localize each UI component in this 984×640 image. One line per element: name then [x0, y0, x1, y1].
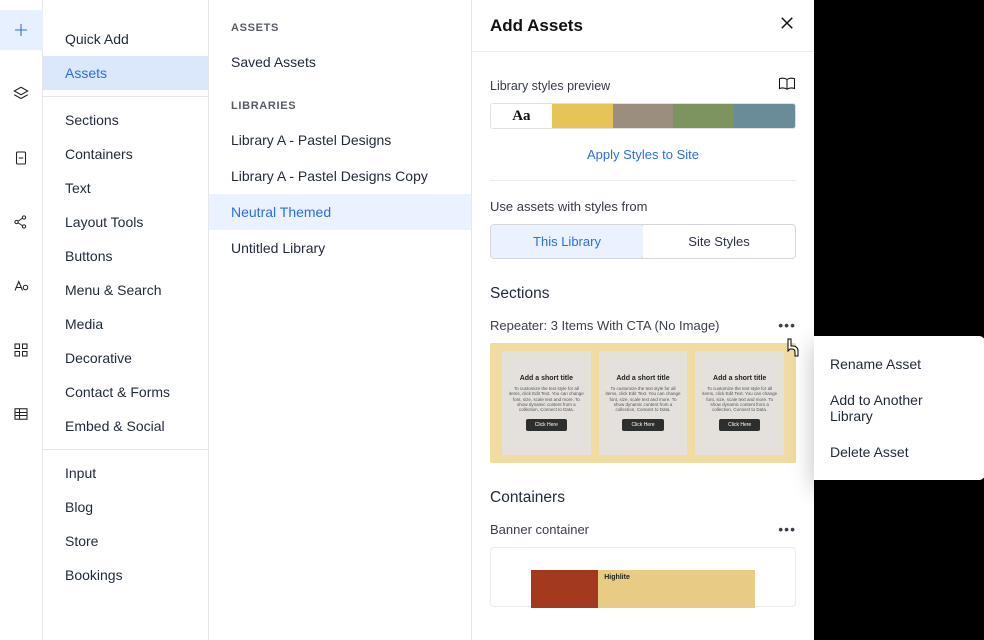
plus-icon — [12, 21, 30, 39]
tool-apps[interactable] — [0, 330, 43, 370]
preview-card-title: Add a short title — [616, 375, 669, 383]
preview-card-button: Click Here — [526, 419, 567, 431]
sidebar-bookings[interactable]: Bookings — [43, 558, 208, 592]
preview-card-body: To customize the text style for all item… — [701, 386, 778, 413]
styles-preview-label: Library styles preview — [490, 79, 610, 93]
sidebar-store[interactable]: Store — [43, 524, 208, 558]
sidebar-menu-search[interactable]: Menu & Search — [43, 273, 208, 307]
preview-card: Add a short title To customize the text … — [502, 351, 591, 455]
asset-name: Banner container — [490, 522, 589, 537]
divider — [490, 180, 796, 181]
preview-card-button: Click Here — [622, 419, 663, 431]
library-info-button[interactable] — [778, 76, 796, 95]
sidebar-decorative[interactable]: Decorative — [43, 341, 208, 375]
toggle-this-library[interactable]: This Library — [490, 224, 644, 259]
panel-title: Add Assets — [490, 16, 583, 36]
style-swatches: Aa — [490, 103, 796, 129]
saved-assets[interactable]: Saved Assets — [231, 44, 449, 80]
swatch-color — [552, 104, 613, 128]
assets-heading: ASSETS — [231, 22, 449, 34]
library-item[interactable]: Library A - Pastel Designs Copy — [231, 158, 449, 194]
sidebar-sections[interactable]: Sections — [43, 103, 208, 137]
share-nodes-icon — [12, 213, 30, 231]
tool-typography[interactable] — [0, 266, 43, 306]
asset-preview-banner[interactable]: Highlite — [490, 547, 796, 607]
close-icon — [778, 14, 796, 32]
tool-plus[interactable] — [0, 10, 43, 50]
preview-card: Add a short title To customize the text … — [599, 351, 688, 455]
sidebar-quick-add[interactable]: Quick Add — [43, 22, 208, 56]
sections-heading: Sections — [490, 285, 796, 303]
menu-rename-asset[interactable]: Rename Asset — [814, 346, 984, 382]
toggle-site-styles[interactable]: Site Styles — [643, 225, 795, 258]
close-button[interactable] — [778, 14, 796, 37]
layers-icon — [12, 85, 30, 103]
sidebar-media[interactable]: Media — [43, 307, 208, 341]
sidebar-layout-tools[interactable]: Layout Tools — [43, 205, 208, 239]
asset-preview-repeater[interactable]: Add a short title To customize the text … — [490, 343, 796, 463]
banner-preview-brand: Highlite — [598, 570, 755, 608]
tool-data[interactable] — [0, 394, 43, 434]
tool-rail — [0, 0, 43, 640]
asset-name: Repeater: 3 Items With CTA (No Image) — [490, 318, 720, 333]
use-styles-label: Use assets with styles from — [490, 199, 796, 214]
menu-delete-asset[interactable]: Delete Asset — [814, 434, 984, 470]
swatch-color — [613, 104, 674, 128]
libraries-heading: LIBRARIES — [231, 100, 449, 112]
add-category-sidebar: Quick Add Assets Sections Containers Tex… — [43, 0, 209, 640]
sidebar-text[interactable]: Text — [43, 171, 208, 205]
divider — [43, 449, 208, 450]
canvas-area: Rename Asset Add to Another Library Dele… — [814, 0, 984, 640]
asset-more-button[interactable]: ••• — [778, 521, 796, 537]
divider — [43, 96, 208, 97]
sidebar-containers[interactable]: Containers — [43, 137, 208, 171]
grid-icon — [12, 341, 30, 359]
style-source-toggle: This Library Site Styles — [490, 224, 796, 259]
asset-context-menu: Rename Asset Add to Another Library Dele… — [814, 336, 984, 480]
preview-card-body: To customize the text style for all item… — [508, 386, 585, 413]
book-icon — [778, 76, 796, 92]
preview-card-title: Add a short title — [713, 375, 766, 383]
add-assets-panel: Add Assets Library styles preview Aa App… — [471, 0, 814, 640]
asset-more-button[interactable]: ••• — [778, 317, 796, 333]
page-icon — [12, 149, 30, 167]
swatch-color — [673, 104, 734, 128]
sidebar-input[interactable]: Input — [43, 456, 208, 490]
typography-icon — [12, 277, 30, 295]
preview-card-button: Click Here — [719, 419, 760, 431]
sidebar-contact-forms[interactable]: Contact & Forms — [43, 375, 208, 409]
preview-card: Add a short title To customize the text … — [695, 351, 784, 455]
sidebar-assets[interactable]: Assets — [43, 56, 208, 90]
library-item[interactable]: Library A - Pastel Designs — [231, 122, 449, 158]
library-list-column: ASSETS Saved Assets LIBRARIES Library A … — [209, 0, 471, 640]
preview-card-title: Add a short title — [520, 375, 573, 383]
preview-card-body: To customize the text style for all item… — [605, 386, 682, 413]
sidebar-blog[interactable]: Blog — [43, 490, 208, 524]
table-icon — [12, 405, 30, 423]
menu-add-to-library[interactable]: Add to Another Library — [814, 382, 984, 434]
tool-layers[interactable] — [0, 74, 43, 114]
containers-heading: Containers — [490, 489, 796, 507]
apply-styles-link[interactable]: Apply Styles to Site — [490, 147, 796, 162]
tool-pages[interactable] — [0, 138, 43, 178]
library-item-active[interactable]: Neutral Themed — [209, 194, 471, 230]
sidebar-embed-social[interactable]: Embed & Social — [43, 409, 208, 443]
library-item[interactable]: Untitled Library — [231, 230, 449, 266]
sidebar-buttons[interactable]: Buttons — [43, 239, 208, 273]
tool-share[interactable] — [0, 202, 43, 242]
banner-preview-image — [531, 570, 598, 608]
swatch-typography: Aa — [491, 104, 552, 128]
swatch-color — [734, 104, 795, 128]
